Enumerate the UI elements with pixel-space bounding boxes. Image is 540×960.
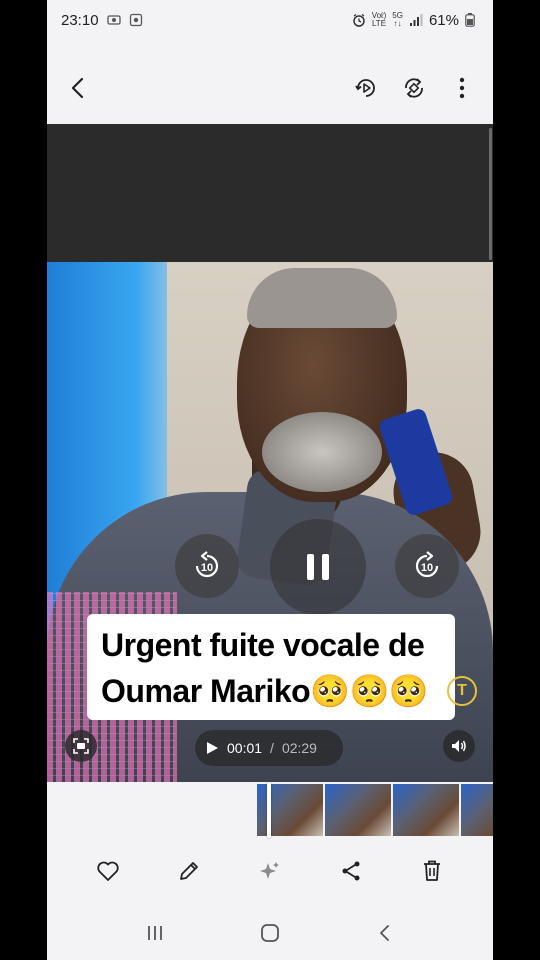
status-left: 23:10 <box>61 12 143 29</box>
motion-photo-icon[interactable] <box>353 75 379 101</box>
video-player[interactable]: 10 10 Urgent fuite vocale de Oumar Marik… <box>47 124 493 782</box>
duration: 02:29 <box>281 740 317 756</box>
playhead-handle[interactable] <box>267 782 271 838</box>
status-bar: 23:10 Voℓ) LTE 5G ↑↓ 61% <box>47 0 493 40</box>
letterbox-right <box>493 0 540 960</box>
beard-shape <box>262 412 382 492</box>
bottom-toolbar <box>47 846 493 896</box>
home-icon[interactable] <box>250 913 290 953</box>
share-icon[interactable] <box>335 855 367 887</box>
volte-indicator: Voℓ) LTE <box>372 12 387 28</box>
status-time: 23:10 <box>61 11 99 29</box>
volume-button[interactable] <box>443 730 475 762</box>
rewind-label: 10 <box>201 562 213 574</box>
pause-icon <box>307 554 329 580</box>
lte-label: LTE <box>371 19 387 28</box>
capture-frame-button[interactable] <box>65 730 97 762</box>
forward-label: 10 <box>421 562 433 574</box>
rewind-10-button[interactable]: 10 <box>175 534 239 598</box>
edit-icon[interactable] <box>173 855 205 887</box>
phone-screen: 23:10 Voℓ) LTE 5G ↑↓ 61% 10 10 Urgent fu… <box>47 0 493 960</box>
playback-pill[interactable]: 00:01 / 02:29 <box>195 730 343 766</box>
caption-line-2: Oumar Mariko🥺🥺🥺 <box>101 673 429 709</box>
alarm-icon <box>352 13 366 27</box>
app-bar <box>47 56 493 120</box>
capture-icon <box>73 738 89 754</box>
caption-line-1: Urgent fuite vocale de <box>101 627 425 663</box>
battery-icon <box>465 13 479 27</box>
video-top-band <box>47 124 493 262</box>
5g-indicator: 5G ↑↓ <box>392 12 403 28</box>
current-time: 00:01 <box>227 740 263 756</box>
status-right: Voℓ) LTE 5G ↑↓ 61% <box>352 12 479 29</box>
app-actions <box>353 75 475 101</box>
sparkle-icon[interactable] <box>254 855 286 887</box>
system-nav-bar <box>47 906 493 960</box>
timeline-frame <box>325 784 391 836</box>
screen-record-icon <box>129 13 143 27</box>
rotate-icon[interactable] <box>401 75 427 101</box>
signal-icon <box>409 13 423 27</box>
timeline-frame <box>461 784 493 836</box>
back-icon[interactable] <box>65 75 91 101</box>
timeline-strip[interactable] <box>47 782 493 838</box>
hair-shape <box>247 268 397 328</box>
heart-icon[interactable] <box>92 855 124 887</box>
pause-button[interactable] <box>270 519 366 615</box>
scrollbar[interactable] <box>489 128 492 260</box>
battery-percent: 61% <box>428 11 459 29</box>
text-badge: T <box>447 676 477 706</box>
play-icon[interactable] <box>205 741 219 755</box>
forward-10-button[interactable]: 10 <box>395 534 459 598</box>
letterbox-left <box>0 0 47 960</box>
trash-icon[interactable] <box>416 855 448 887</box>
video-caption: Urgent fuite vocale de Oumar Mariko🥺🥺🥺 <box>87 614 455 720</box>
recents-icon[interactable] <box>135 913 175 953</box>
data-arrows-label: ↑↓ <box>393 19 402 28</box>
back-nav-icon[interactable] <box>365 913 405 953</box>
timeline-frame <box>393 784 459 836</box>
more-options-icon[interactable] <box>449 75 475 101</box>
filmstrip[interactable] <box>257 784 493 836</box>
volume-icon <box>452 740 466 752</box>
time-separator: / <box>270 740 274 756</box>
screenshot-icon <box>106 13 121 27</box>
